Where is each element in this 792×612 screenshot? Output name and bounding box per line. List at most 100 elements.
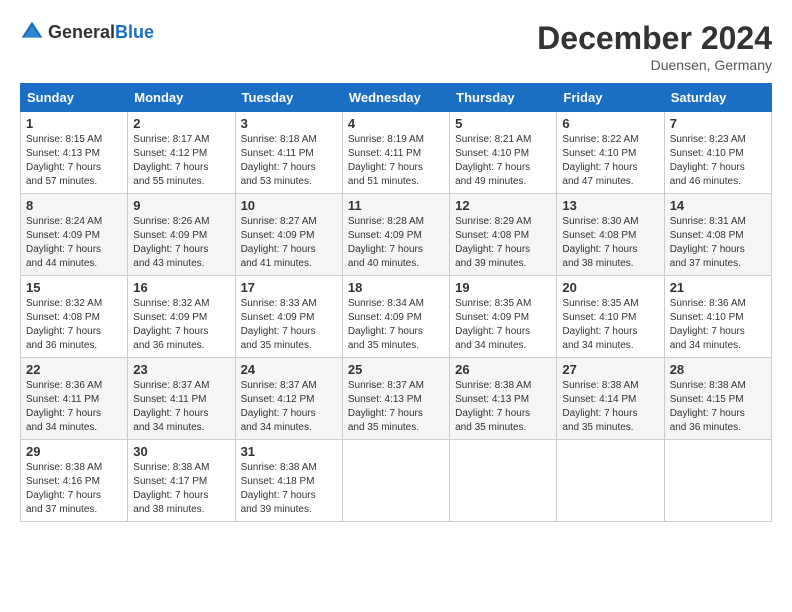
weekday-header: Thursday xyxy=(450,84,557,112)
day-number: 2 xyxy=(133,116,229,131)
calendar-cell: 1 Sunrise: 8:15 AM Sunset: 4:13 PM Dayli… xyxy=(21,112,128,194)
day-content: Sunrise: 8:38 AM Sunset: 4:17 PM Dayligh… xyxy=(133,461,229,517)
calendar-cell: 18 Sunrise: 8:34 AM Sunset: 4:09 PM Dayl… xyxy=(342,276,449,358)
calendar-cell xyxy=(342,440,449,522)
day-number: 3 xyxy=(241,116,337,131)
calendar-cell: 30 Sunrise: 8:38 AM Sunset: 4:17 PM Dayl… xyxy=(128,440,235,522)
calendar-cell: 2 Sunrise: 8:17 AM Sunset: 4:12 PM Dayli… xyxy=(128,112,235,194)
day-content: Sunrise: 8:15 AM Sunset: 4:13 PM Dayligh… xyxy=(26,133,122,189)
day-content: Sunrise: 8:27 AM Sunset: 4:09 PM Dayligh… xyxy=(241,215,337,271)
day-content: Sunrise: 8:38 AM Sunset: 4:16 PM Dayligh… xyxy=(26,461,122,517)
day-content: Sunrise: 8:33 AM Sunset: 4:09 PM Dayligh… xyxy=(241,297,337,353)
calendar-cell: 20 Sunrise: 8:35 AM Sunset: 4:10 PM Dayl… xyxy=(557,276,664,358)
day-number: 16 xyxy=(133,280,229,295)
logo-text: GeneralBlue xyxy=(48,22,154,43)
day-content: Sunrise: 8:38 AM Sunset: 4:13 PM Dayligh… xyxy=(455,379,551,435)
calendar-cell: 8 Sunrise: 8:24 AM Sunset: 4:09 PM Dayli… xyxy=(21,194,128,276)
day-content: Sunrise: 8:37 AM Sunset: 4:13 PM Dayligh… xyxy=(348,379,444,435)
day-number: 25 xyxy=(348,362,444,377)
day-content: Sunrise: 8:24 AM Sunset: 4:09 PM Dayligh… xyxy=(26,215,122,271)
weekday-header: Saturday xyxy=(664,84,771,112)
weekday-header: Monday xyxy=(128,84,235,112)
day-number: 26 xyxy=(455,362,551,377)
calendar-cell: 5 Sunrise: 8:21 AM Sunset: 4:10 PM Dayli… xyxy=(450,112,557,194)
month-title: December 2024 xyxy=(537,20,772,57)
day-content: Sunrise: 8:38 AM Sunset: 4:14 PM Dayligh… xyxy=(562,379,658,435)
calendar-cell: 16 Sunrise: 8:32 AM Sunset: 4:09 PM Dayl… xyxy=(128,276,235,358)
calendar-cell: 29 Sunrise: 8:38 AM Sunset: 4:16 PM Dayl… xyxy=(21,440,128,522)
calendar-cell: 21 Sunrise: 8:36 AM Sunset: 4:10 PM Dayl… xyxy=(664,276,771,358)
day-number: 4 xyxy=(348,116,444,131)
day-number: 28 xyxy=(670,362,766,377)
calendar-cell: 15 Sunrise: 8:32 AM Sunset: 4:08 PM Dayl… xyxy=(21,276,128,358)
calendar-table: SundayMondayTuesdayWednesdayThursdayFrid… xyxy=(20,83,772,522)
day-number: 8 xyxy=(26,198,122,213)
calendar-cell: 6 Sunrise: 8:22 AM Sunset: 4:10 PM Dayli… xyxy=(557,112,664,194)
calendar-cell: 28 Sunrise: 8:38 AM Sunset: 4:15 PM Dayl… xyxy=(664,358,771,440)
calendar-cell: 12 Sunrise: 8:29 AM Sunset: 4:08 PM Dayl… xyxy=(450,194,557,276)
calendar-week-row: 1 Sunrise: 8:15 AM Sunset: 4:13 PM Dayli… xyxy=(21,112,772,194)
title-section: December 2024 Duensen, Germany xyxy=(537,20,772,73)
calendar-cell: 24 Sunrise: 8:37 AM Sunset: 4:12 PM Dayl… xyxy=(235,358,342,440)
logo: GeneralBlue xyxy=(20,20,154,44)
day-content: Sunrise: 8:19 AM Sunset: 4:11 PM Dayligh… xyxy=(348,133,444,189)
day-number: 27 xyxy=(562,362,658,377)
calendar-cell: 27 Sunrise: 8:38 AM Sunset: 4:14 PM Dayl… xyxy=(557,358,664,440)
calendar-cell xyxy=(557,440,664,522)
day-content: Sunrise: 8:32 AM Sunset: 4:09 PM Dayligh… xyxy=(133,297,229,353)
page-header: GeneralBlue December 2024 Duensen, Germa… xyxy=(20,20,772,73)
day-number: 30 xyxy=(133,444,229,459)
logo-icon xyxy=(20,20,44,44)
day-number: 7 xyxy=(670,116,766,131)
calendar-cell: 23 Sunrise: 8:37 AM Sunset: 4:11 PM Dayl… xyxy=(128,358,235,440)
day-content: Sunrise: 8:37 AM Sunset: 4:12 PM Dayligh… xyxy=(241,379,337,435)
calendar-week-row: 15 Sunrise: 8:32 AM Sunset: 4:08 PM Dayl… xyxy=(21,276,772,358)
day-number: 12 xyxy=(455,198,551,213)
day-number: 11 xyxy=(348,198,444,213)
calendar-cell: 4 Sunrise: 8:19 AM Sunset: 4:11 PM Dayli… xyxy=(342,112,449,194)
calendar-cell: 9 Sunrise: 8:26 AM Sunset: 4:09 PM Dayli… xyxy=(128,194,235,276)
calendar-cell: 31 Sunrise: 8:38 AM Sunset: 4:18 PM Dayl… xyxy=(235,440,342,522)
day-content: Sunrise: 8:22 AM Sunset: 4:10 PM Dayligh… xyxy=(562,133,658,189)
calendar-week-row: 22 Sunrise: 8:36 AM Sunset: 4:11 PM Dayl… xyxy=(21,358,772,440)
calendar-cell: 26 Sunrise: 8:38 AM Sunset: 4:13 PM Dayl… xyxy=(450,358,557,440)
day-number: 17 xyxy=(241,280,337,295)
day-content: Sunrise: 8:29 AM Sunset: 4:08 PM Dayligh… xyxy=(455,215,551,271)
day-content: Sunrise: 8:35 AM Sunset: 4:10 PM Dayligh… xyxy=(562,297,658,353)
calendar-cell: 17 Sunrise: 8:33 AM Sunset: 4:09 PM Dayl… xyxy=(235,276,342,358)
day-content: Sunrise: 8:26 AM Sunset: 4:09 PM Dayligh… xyxy=(133,215,229,271)
calendar-cell: 11 Sunrise: 8:28 AM Sunset: 4:09 PM Dayl… xyxy=(342,194,449,276)
day-content: Sunrise: 8:17 AM Sunset: 4:12 PM Dayligh… xyxy=(133,133,229,189)
calendar-cell: 3 Sunrise: 8:18 AM Sunset: 4:11 PM Dayli… xyxy=(235,112,342,194)
day-content: Sunrise: 8:32 AM Sunset: 4:08 PM Dayligh… xyxy=(26,297,122,353)
day-number: 31 xyxy=(241,444,337,459)
calendar-week-row: 29 Sunrise: 8:38 AM Sunset: 4:16 PM Dayl… xyxy=(21,440,772,522)
weekday-header-row: SundayMondayTuesdayWednesdayThursdayFrid… xyxy=(21,84,772,112)
day-number: 19 xyxy=(455,280,551,295)
weekday-header: Wednesday xyxy=(342,84,449,112)
day-number: 1 xyxy=(26,116,122,131)
day-number: 5 xyxy=(455,116,551,131)
day-content: Sunrise: 8:37 AM Sunset: 4:11 PM Dayligh… xyxy=(133,379,229,435)
day-content: Sunrise: 8:38 AM Sunset: 4:15 PM Dayligh… xyxy=(670,379,766,435)
day-content: Sunrise: 8:38 AM Sunset: 4:18 PM Dayligh… xyxy=(241,461,337,517)
day-content: Sunrise: 8:23 AM Sunset: 4:10 PM Dayligh… xyxy=(670,133,766,189)
day-number: 9 xyxy=(133,198,229,213)
day-content: Sunrise: 8:36 AM Sunset: 4:10 PM Dayligh… xyxy=(670,297,766,353)
day-content: Sunrise: 8:36 AM Sunset: 4:11 PM Dayligh… xyxy=(26,379,122,435)
day-number: 18 xyxy=(348,280,444,295)
calendar-cell: 10 Sunrise: 8:27 AM Sunset: 4:09 PM Dayl… xyxy=(235,194,342,276)
day-number: 24 xyxy=(241,362,337,377)
calendar-cell: 19 Sunrise: 8:35 AM Sunset: 4:09 PM Dayl… xyxy=(450,276,557,358)
day-content: Sunrise: 8:28 AM Sunset: 4:09 PM Dayligh… xyxy=(348,215,444,271)
calendar-cell: 14 Sunrise: 8:31 AM Sunset: 4:08 PM Dayl… xyxy=(664,194,771,276)
day-number: 13 xyxy=(562,198,658,213)
day-number: 21 xyxy=(670,280,766,295)
day-content: Sunrise: 8:30 AM Sunset: 4:08 PM Dayligh… xyxy=(562,215,658,271)
weekday-header: Sunday xyxy=(21,84,128,112)
day-number: 14 xyxy=(670,198,766,213)
day-number: 15 xyxy=(26,280,122,295)
calendar-week-row: 8 Sunrise: 8:24 AM Sunset: 4:09 PM Dayli… xyxy=(21,194,772,276)
calendar-cell xyxy=(664,440,771,522)
calendar-cell: 25 Sunrise: 8:37 AM Sunset: 4:13 PM Dayl… xyxy=(342,358,449,440)
